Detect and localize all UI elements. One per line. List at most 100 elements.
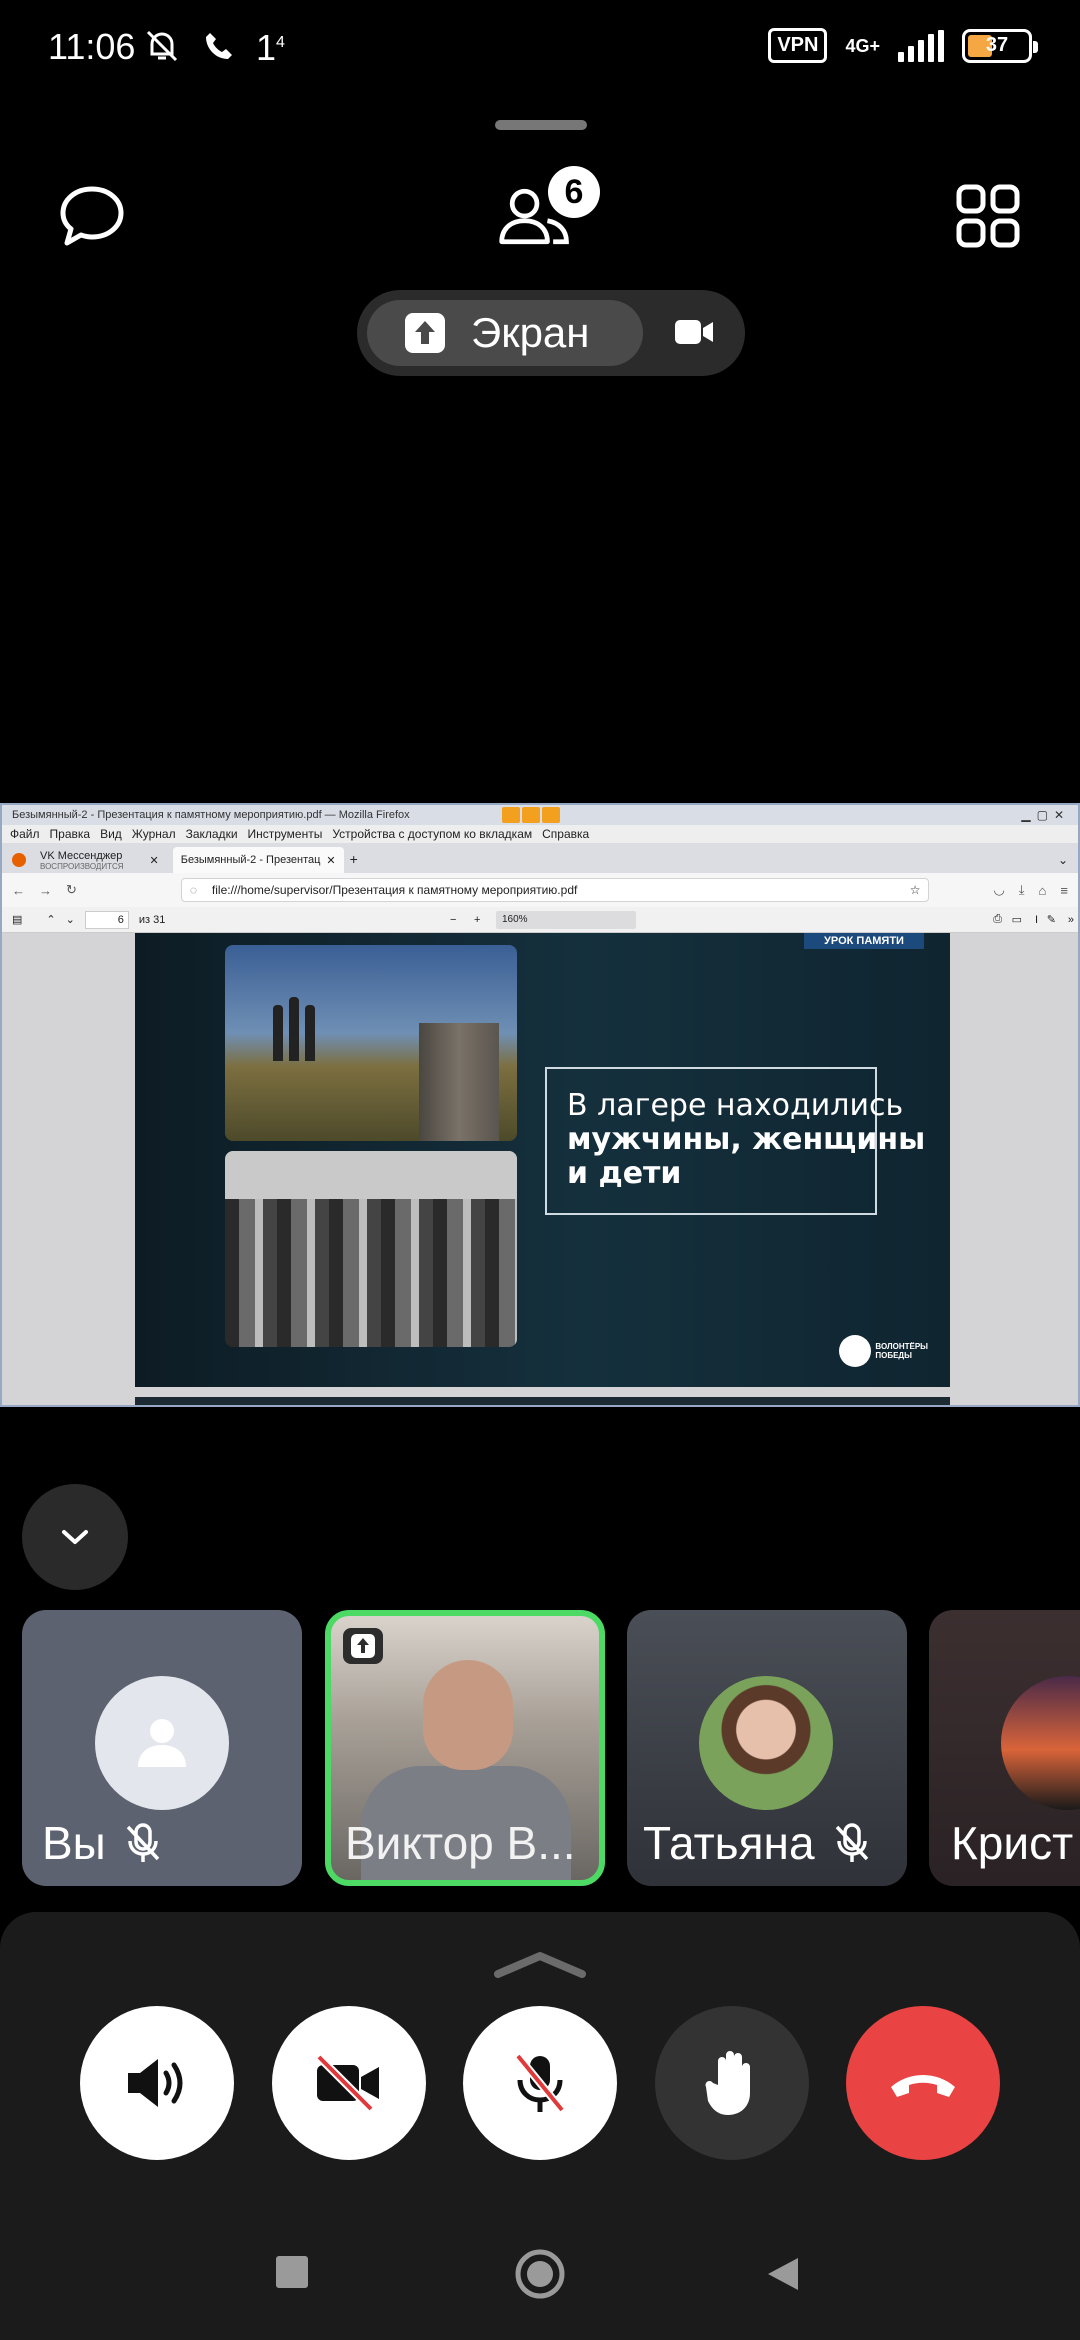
screen-share-label: Экран: [471, 309, 590, 356]
presentation-slide: УРОК ПАМЯТИ В лагере находились мужчины,…: [135, 933, 950, 1387]
new-tab-icon: +: [349, 851, 358, 867]
chat-button[interactable]: [52, 176, 132, 256]
menu-icon: ≡: [1060, 882, 1068, 898]
phone-icon: [202, 29, 236, 67]
screen-share-indicator-icon: [343, 1628, 383, 1664]
call-controls-sheet: [0, 1912, 1080, 2212]
participants-count-badge: 6: [548, 166, 600, 218]
screen-share-button[interactable]: Экран: [367, 300, 643, 366]
next-slide-edge: [135, 1397, 950, 1405]
zoom-out-icon: −: [450, 913, 457, 926]
raise-hand-button[interactable]: [655, 2006, 809, 2160]
triangle-back-icon: [768, 2258, 798, 2290]
participant-tile-kristina[interactable]: Крист: [929, 1610, 1080, 1886]
vpn-badge: VPN: [768, 28, 828, 63]
menu-help: Справка: [542, 827, 590, 841]
avatar-placeholder: [95, 1676, 229, 1810]
speaker-icon: [128, 2059, 183, 2107]
camera-toggle-button[interactable]: [272, 2006, 426, 2160]
shared-screen-view[interactable]: Безымянный-2 - Презентация к памятному м…: [0, 803, 1080, 1407]
page-number-input: 6: [84, 910, 129, 929]
chevron-up-icon: [494, 1952, 586, 1978]
collapse-button[interactable]: [22, 1484, 128, 1590]
tab-list-icon: ⌄: [1057, 853, 1068, 867]
network-type: 4G+: [845, 35, 880, 56]
participant-name: Виктор В...: [345, 1817, 576, 1869]
navigation-bar: ← → ↻ ◌ file:///home/supervisor/Презента…: [2, 873, 1078, 907]
browser-tabs: VK Мессенджер ВОСПРОИЗВОДИТСЯ ✕ Безымянны…: [2, 843, 1078, 873]
circle-icon: [515, 2249, 565, 2299]
window-titlebar: Безымянный-2 - Презентация к памятному м…: [2, 805, 1078, 825]
menu-edit: Правка: [49, 827, 91, 841]
close-icon: ✕: [149, 854, 159, 867]
menu-history: Журнал: [131, 827, 176, 841]
chat-icon: [60, 186, 124, 246]
text-tool-icon: I: [1034, 913, 1038, 926]
status-bar: 11:06 14 VPN 4G+ 37: [0, 0, 1080, 100]
avatar: [699, 1676, 833, 1810]
forward-icon: →: [39, 882, 52, 898]
signal-icon: [898, 29, 944, 62]
more-tools-icon: »: [1067, 913, 1074, 926]
menu-bookmarks: Закладки: [185, 827, 238, 841]
star-icon: ☆: [909, 883, 921, 897]
drag-handle[interactable]: [495, 120, 587, 130]
next-page-icon: ⌄: [65, 914, 75, 926]
sim-indicator: 14: [256, 27, 285, 68]
memorial-photo: [225, 945, 517, 1141]
download-icon: ⤓: [1018, 882, 1025, 897]
camera-share-button[interactable]: [673, 314, 715, 354]
tab-presentation: Безымянный-2 - Презентац ✕: [172, 847, 344, 873]
muted-bell-icon: [142, 26, 182, 70]
sidebar-toggle-icon: ▤: [12, 914, 23, 926]
camera-off-icon: [316, 2054, 379, 2112]
pdf-viewer: УРОК ПАМЯТИ В лагере находились мужчины,…: [2, 933, 1078, 1405]
page-total: из 31: [138, 913, 166, 926]
window-controls: ▁▢✕: [1021, 808, 1070, 822]
menu-file: Файл: [10, 827, 40, 841]
participant-name: Крист: [951, 1817, 1074, 1869]
end-call-button[interactable]: [846, 2006, 1000, 2160]
avatar: [1001, 1676, 1080, 1810]
video-camera-icon: [675, 320, 713, 344]
speaker-button[interactable]: [80, 2006, 234, 2160]
firefox-icon: [12, 853, 26, 867]
participant-tile-you[interactable]: Вы: [22, 1610, 302, 1886]
shield-icon: ◌: [189, 883, 198, 897]
status-time: 11:06: [48, 26, 136, 67]
participant-tile-tatiana[interactable]: Татьяна: [627, 1610, 907, 1886]
recents-button[interactable]: [276, 2256, 308, 2292]
extensions-icon: ⌂: [1038, 882, 1047, 898]
window-title: Безымянный-2 - Презентация к памятному м…: [12, 809, 410, 821]
layout-grid-button[interactable]: [948, 176, 1028, 256]
pocket-icon: ◡: [993, 882, 1005, 897]
mic-off-icon: [126, 1823, 160, 1862]
hand-icon: [705, 2051, 750, 2115]
url-bar: ◌ file:///home/supervisor/Презентация к …: [180, 878, 930, 902]
square-icon: [276, 2256, 308, 2288]
tab-vk-messenger: VK Мессенджер ВОСПРОИЗВОДИТСЯ ✕: [40, 849, 159, 871]
prev-page-icon: ⌃: [46, 914, 56, 926]
participant-tile-viktor[interactable]: Виктор В...: [325, 1610, 605, 1886]
print-icon: ⎙: [993, 913, 1002, 925]
chevron-down-icon: [62, 1530, 88, 1544]
zoom-in-icon: +: [474, 913, 481, 926]
back-button[interactable]: [766, 2256, 800, 2296]
upload-arrow-icon: [405, 313, 445, 353]
draw-icon: ✎: [1046, 914, 1056, 926]
dove-icon: [839, 1335, 872, 1367]
participants-strip[interactable]: Вы Виктор В... Татьяна Крист: [0, 1596, 1080, 1896]
volunteers-logo: ВОЛОНТЁРЫ ПОБЕДЫ: [839, 1335, 928, 1367]
menu-bar: Файл Правка Вид Журнал Закладки Инструме…: [2, 825, 1078, 843]
reload-icon: ↻: [66, 882, 77, 897]
mic-off-icon: [835, 1823, 868, 1862]
hang-up-icon: [891, 2075, 955, 2097]
expand-handle[interactable]: [492, 1950, 588, 1982]
menu-devices: Устройства с доступом ко вкладкам: [332, 827, 533, 841]
tray-icons: [502, 807, 560, 823]
home-button[interactable]: [514, 2248, 566, 2304]
close-icon: ✕: [326, 854, 336, 867]
person-icon: [138, 1719, 186, 1767]
microphone-toggle-button[interactable]: [463, 2006, 617, 2160]
slide-caption: В лагере находились мужчины, женщины и д…: [567, 1088, 926, 1191]
